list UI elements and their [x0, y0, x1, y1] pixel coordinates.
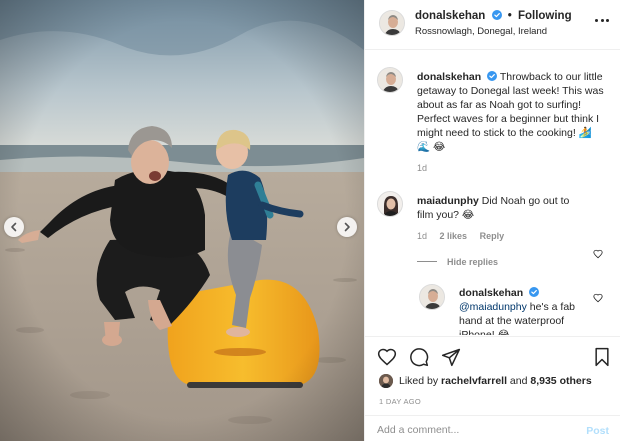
reply-username[interactable]: donalskehan [459, 287, 523, 299]
beach-surf-photo [0, 0, 364, 441]
paper-plane-icon[interactable] [441, 347, 461, 367]
add-comment-bar: Post [365, 415, 620, 441]
reply-avatar[interactable] [419, 284, 445, 310]
comment-meta: 1d 2 likes Reply [417, 231, 514, 241]
post-comment-button[interactable]: Post [586, 425, 609, 437]
avatar-image [380, 11, 404, 35]
next-photo-button[interactable] [337, 217, 357, 237]
commenter-avatar[interactable] [377, 191, 403, 217]
chevron-right-icon [344, 222, 350, 232]
heart-icon[interactable] [377, 347, 397, 367]
others-count[interactable]: 8,935 others [530, 375, 591, 387]
comment-reply-button[interactable]: Reply [480, 231, 505, 241]
following-button[interactable]: Following [518, 10, 572, 22]
reply-like-heart-icon[interactable] [593, 293, 603, 303]
separator-dot: • [507, 10, 512, 22]
chevron-left-icon [11, 222, 17, 232]
caption-body: Throwback to our little getaway to Doneg… [417, 71, 604, 153]
comment-bubble-icon[interactable] [409, 347, 429, 367]
previous-photo-button[interactable] [4, 217, 24, 237]
instagram-post-modal: donalskehan • Following Rossnowlagh, Don… [0, 0, 620, 441]
liker-avatar[interactable] [379, 374, 393, 388]
caption-username[interactable]: donalskehan [417, 71, 481, 83]
comment-timestamp[interactable]: 1d [417, 231, 427, 241]
liked-by-prefix: Liked by [399, 375, 439, 387]
comment-like-heart-icon[interactable] [593, 249, 603, 259]
hide-replies-label: Hide replies [447, 257, 499, 267]
more-options-icon[interactable] [595, 13, 609, 27]
post-details-panel: donalskehan • Following Rossnowlagh, Don… [364, 0, 620, 441]
liked-by-connector: and [509, 375, 528, 387]
caption-timestamp[interactable]: 1d [417, 163, 427, 173]
comment-input[interactable] [377, 424, 577, 436]
post-date[interactable]: 1 DAY AGO [379, 397, 421, 406]
avatar-image [420, 285, 444, 309]
verified-badge-icon [487, 71, 498, 81]
author-avatar[interactable] [379, 10, 405, 36]
header-title-row: donalskehan • Following [415, 10, 572, 22]
avatar-image [378, 68, 402, 92]
hide-replies-toggle[interactable]: Hide replies [417, 257, 498, 267]
verified-badge-icon [529, 287, 540, 297]
commenter-username[interactable]: maiadunphy [417, 195, 479, 207]
bookmark-icon[interactable] [593, 347, 611, 367]
author-username[interactable]: donalskehan [415, 10, 485, 22]
likes-summary[interactable]: Liked by rachelvfarrell and 8,935 others [379, 374, 592, 388]
replies-divider-line [417, 261, 437, 262]
caption-text-block: donalskehan Throwback to our little geta… [417, 70, 607, 154]
post-photo[interactable] [0, 0, 364, 441]
reply-mention-link[interactable]: @maiadunphy [459, 301, 527, 313]
avatar-image [378, 192, 402, 216]
post-header: donalskehan • Following Rossnowlagh, Don… [365, 0, 620, 50]
post-actions-section: Liked by rachelvfarrell and 8,935 others… [365, 336, 620, 441]
reply-text-block: donalskehan @maiadunphy he's a fab hand … [459, 286, 599, 335]
comment-likes-count[interactable]: 2 likes [440, 231, 468, 241]
post-location[interactable]: Rossnowlagh, Donegal, Ireland [415, 26, 547, 37]
comments-list[interactable]: donalskehan Throwback to our little geta… [365, 51, 620, 335]
liker-username[interactable]: rachelvfarrell [441, 375, 507, 387]
verified-badge-icon [491, 10, 502, 20]
comment-text-block: maiadunphy Did Noah go out to film you? … [417, 194, 587, 222]
caption-avatar[interactable] [377, 67, 403, 93]
avatar-image [379, 374, 393, 388]
